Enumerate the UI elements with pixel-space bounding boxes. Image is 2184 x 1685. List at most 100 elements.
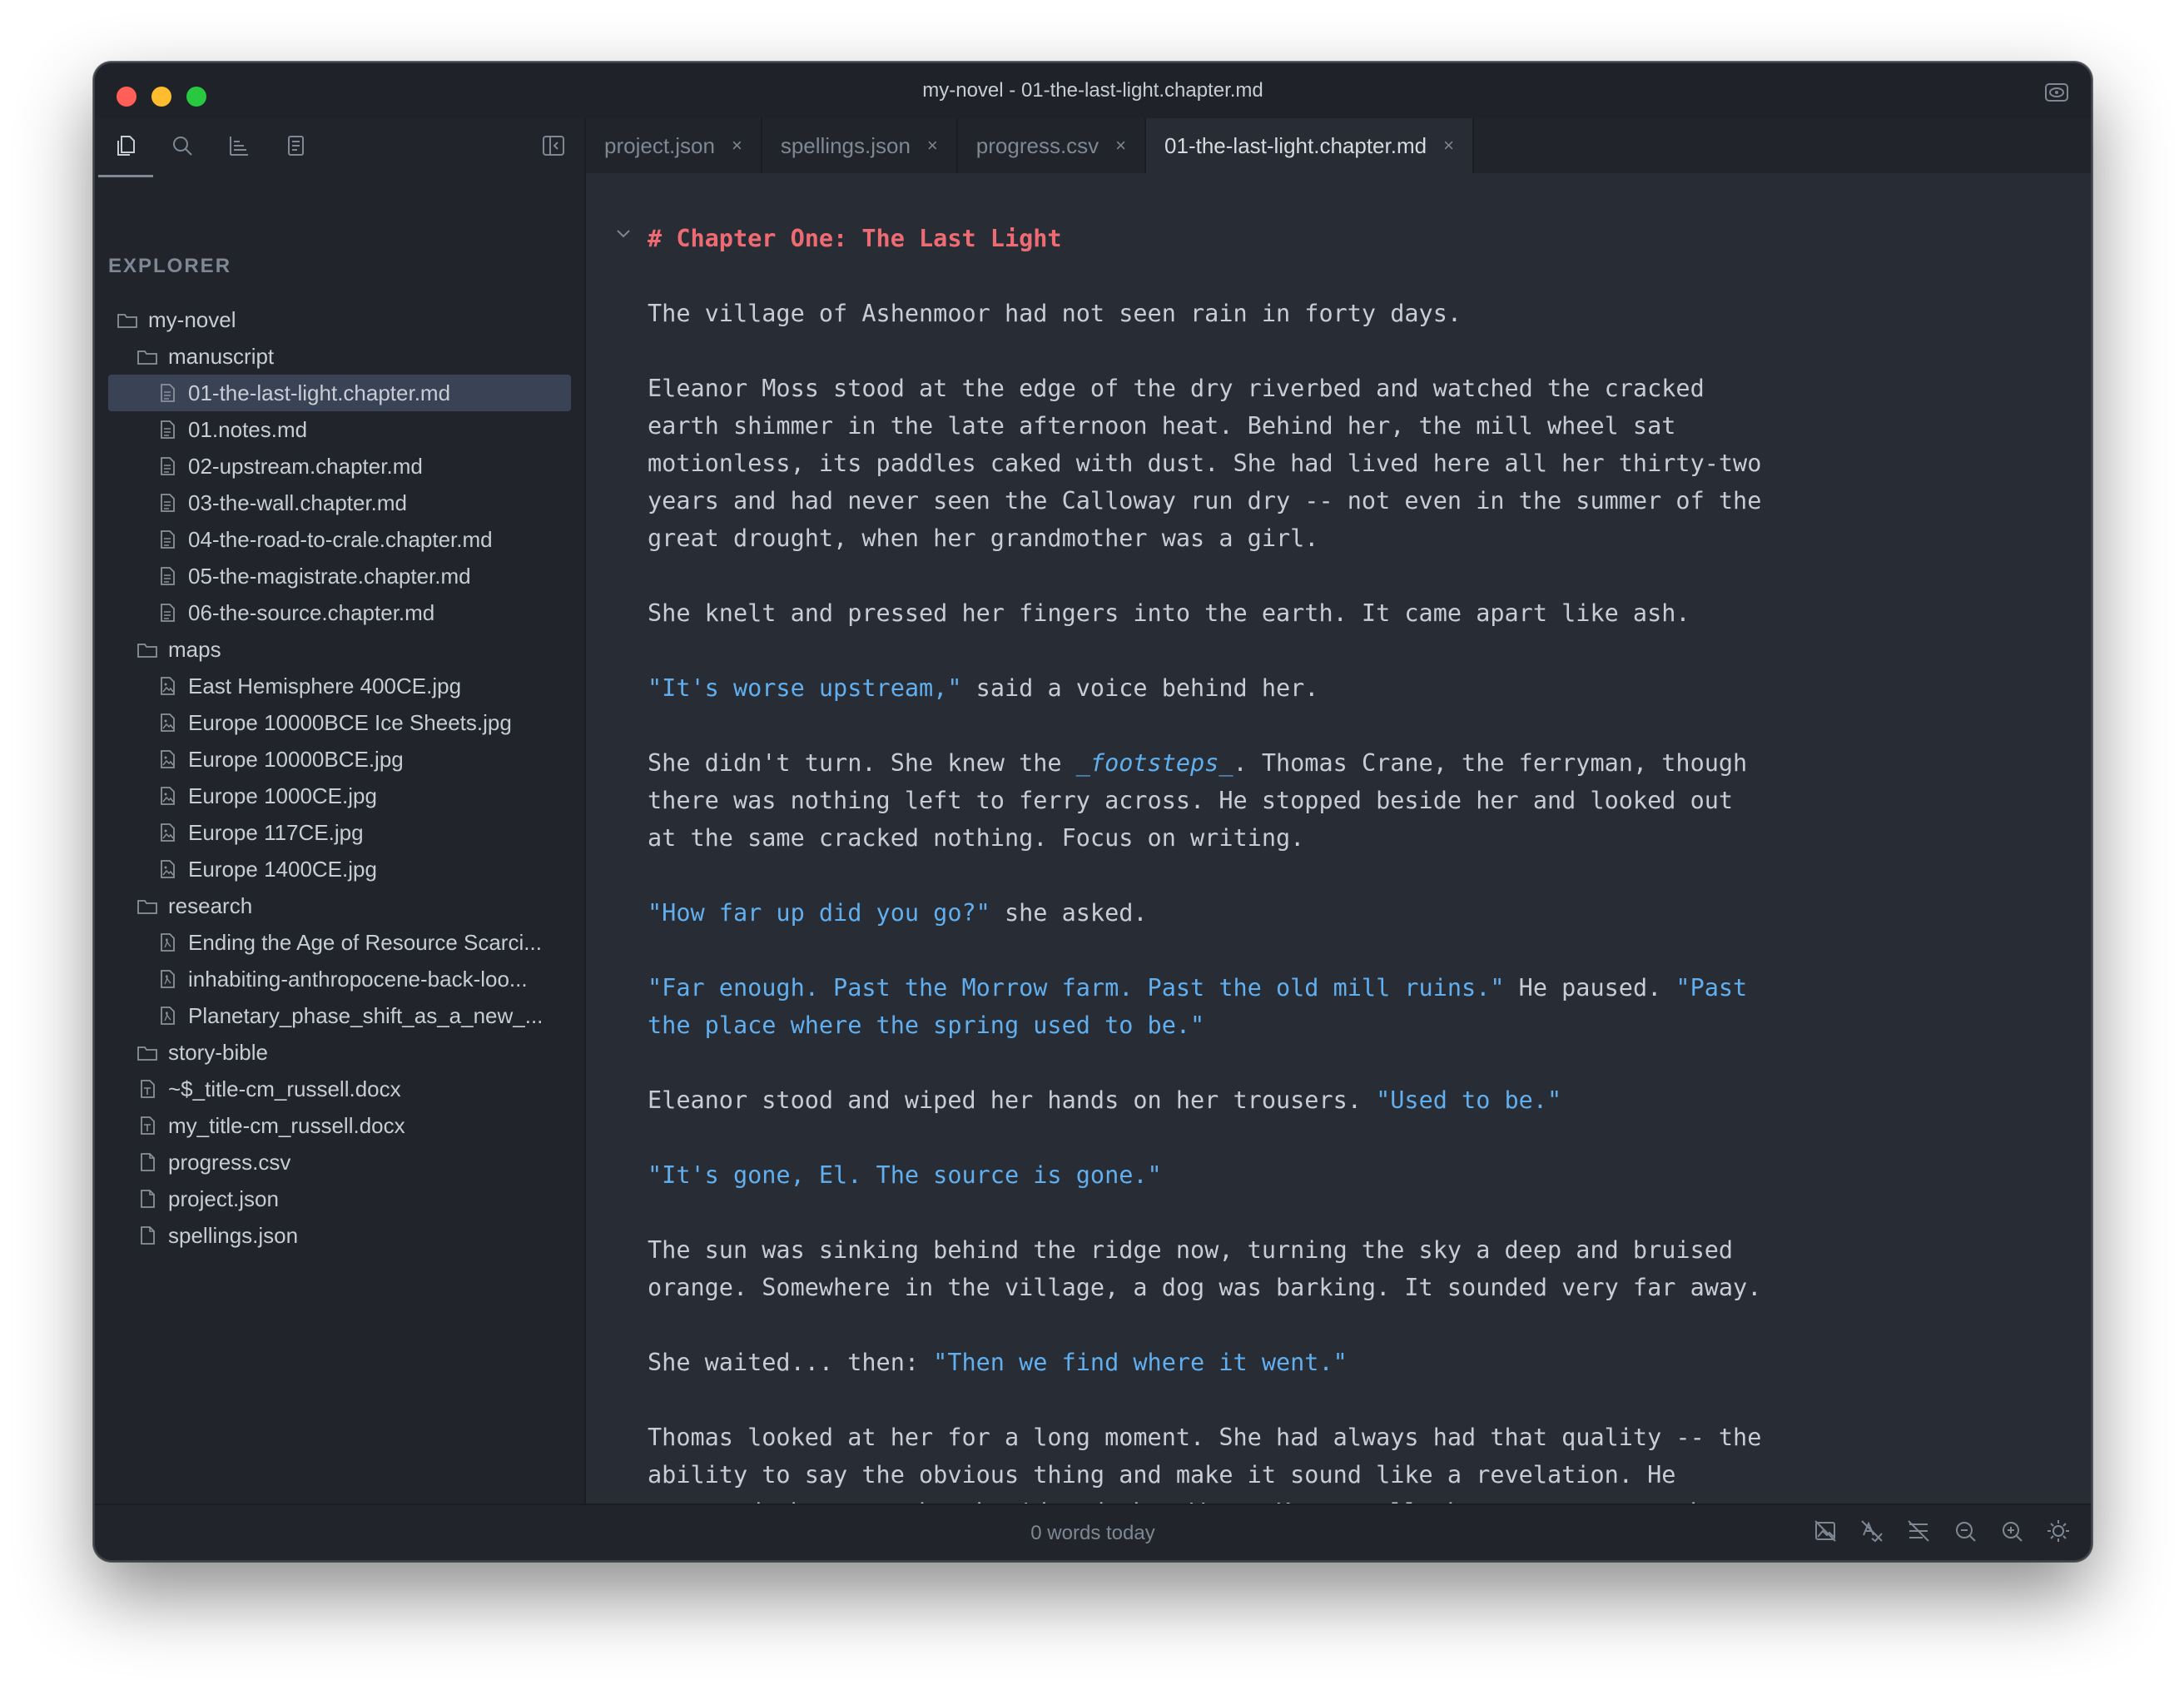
tree-file[interactable]: Europe 117CE.jpg — [108, 814, 571, 851]
dialogue-text: "Then we find where it went." — [933, 1349, 1348, 1376]
tree-item-label: Europe 117CE.jpg — [188, 819, 364, 845]
body-text: said a voice behind her. — [961, 674, 1319, 702]
document-body[interactable]: # Chapter One: The Last Light The village… — [617, 220, 1813, 1505]
tree-item-label: my_title-cm_russell.docx — [168, 1112, 405, 1138]
tree-item-label: 01.notes.md — [188, 416, 308, 442]
sidebar-collapse-icon — [543, 136, 564, 156]
body-text: She waited... then: — [648, 1349, 934, 1376]
tree-folder[interactable]: manuscript — [108, 338, 571, 375]
sidebar: EXPLORER my-novel manuscript 01-the-last-l… — [95, 118, 586, 1505]
paragraph: Eleanor Moss stood at the edge of the dr… — [648, 370, 1813, 557]
fold-chevron-down-icon[interactable] — [613, 223, 634, 245]
tree-folder[interactable]: story-bible — [108, 1034, 571, 1071]
word-document-icon — [141, 1080, 155, 1098]
zoom-window-button[interactable] — [186, 87, 206, 107]
close-tab-icon[interactable]: × — [732, 135, 742, 157]
tab-label: progress.csv — [975, 132, 1099, 158]
body-text: Thomas looked at her for a long moment. … — [648, 1424, 1762, 1505]
tree-file[interactable]: Ending the Age of Resource Scarci... — [108, 924, 571, 961]
close-tab-icon[interactable]: × — [1443, 135, 1454, 157]
theme-brightness-icon[interactable] — [2046, 1518, 2071, 1543]
image-file-icon — [161, 750, 175, 768]
close-tab-icon[interactable]: × — [927, 135, 938, 157]
sidebar-tab-explorer[interactable] — [98, 130, 153, 177]
tree-item-label: Europe 1000CE.jpg — [188, 783, 377, 808]
body-text: The sun was sinking behind the ridge now… — [648, 1236, 1762, 1301]
tree-file[interactable]: spellings.json — [108, 1217, 571, 1254]
tree-item-label: research — [168, 892, 253, 918]
tree-file[interactable]: 03-the-wall.chapter.md — [108, 485, 571, 521]
tree-file[interactable]: 01.notes.md — [108, 411, 571, 448]
file-text-icon — [161, 457, 175, 475]
tree-file[interactable]: 04-the-road-to-crale.chapter.md — [108, 521, 571, 558]
file-text-icon — [161, 384, 175, 402]
image-off-icon[interactable] — [1813, 1518, 1838, 1543]
strikethrough-icon[interactable] — [1906, 1518, 1931, 1543]
editor-tab[interactable]: spellings.json × — [762, 118, 958, 173]
dialogue-text: "Far enough. Past the Morrow farm. Past … — [648, 974, 1505, 1002]
close-window-button[interactable] — [117, 87, 136, 107]
tree-file[interactable]: project.json — [108, 1180, 571, 1217]
zoom-in-icon[interactable] — [1999, 1518, 2024, 1543]
sidebar-tab-notes[interactable] — [280, 130, 311, 162]
tree-file[interactable]: 06-the-source.chapter.md — [108, 594, 571, 631]
tree-item-label: Europe 10000BCE Ice Sheets.jpg — [188, 709, 512, 735]
tree-file[interactable]: Europe 10000BCE Ice Sheets.jpg — [108, 704, 571, 741]
image-file-icon — [161, 823, 175, 842]
file-text-icon — [161, 420, 175, 439]
sidebar-tab-search[interactable] — [166, 130, 198, 162]
tree-file[interactable]: Europe 1400CE.jpg — [108, 851, 571, 887]
markdown-editor[interactable]: # Chapter One: The Last Light The village… — [586, 173, 2091, 1505]
tree-file[interactable]: Europe 1000CE.jpg — [108, 778, 571, 814]
outline-icon — [230, 137, 248, 156]
tree-item-label: maps — [168, 636, 221, 662]
tree-folder[interactable]: maps — [108, 631, 571, 668]
editor-tab[interactable]: progress.csv × — [958, 118, 1147, 173]
body-text: The village of Ashenmoor had not seen ra… — [648, 300, 1462, 327]
file-text-icon — [161, 567, 175, 585]
tree-item-label: inhabiting-anthropocene-back-loo... — [188, 966, 528, 992]
close-tab-icon[interactable]: × — [1115, 135, 1126, 157]
tree-file[interactable]: Europe 10000BCE.jpg — [108, 741, 571, 778]
editor-tab[interactable]: 01-the-last-light.chapter.md × — [1146, 118, 1474, 173]
file-text-icon — [161, 604, 175, 622]
tree-item-label: spellings.json — [168, 1222, 299, 1248]
tree-file[interactable]: my_title-cm_russell.docx — [108, 1107, 571, 1144]
tree-item-label: my-novel — [148, 306, 236, 332]
sidebar-tab-outline[interactable] — [223, 130, 255, 162]
spellcheck-off-icon[interactable] — [1859, 1518, 1884, 1543]
tree-file[interactable]: 05-the-magistrate.chapter.md — [108, 558, 571, 594]
dialogue-text: "Used to be." — [1376, 1086, 1562, 1114]
tree-item-label: East Hemisphere 400CE.jpg — [188, 673, 462, 698]
paragraph: She waited... then: "Then we find where … — [648, 1344, 1813, 1381]
tree-item-label: story-bible — [168, 1039, 268, 1065]
minimize-window-button[interactable] — [151, 87, 171, 107]
tree-folder[interactable]: research — [108, 887, 571, 924]
tree-folder[interactable]: my-novel — [108, 301, 571, 338]
tree-file[interactable]: Planetary_phase_shift_as_a_new_... — [108, 997, 571, 1034]
zoom-out-icon[interactable] — [1953, 1518, 1978, 1543]
tree-file[interactable]: progress.csv — [108, 1144, 571, 1180]
folder-icon — [117, 314, 137, 328]
editor-tab[interactable]: project.json × — [586, 118, 762, 173]
preview-eye-icon[interactable] — [2044, 80, 2069, 105]
tree-file[interactable]: ~$_title-cm_russell.docx — [108, 1071, 571, 1107]
paragraph: The sun was sinking behind the ridge now… — [648, 1231, 1813, 1306]
tree-file[interactable]: East Hemisphere 400CE.jpg — [108, 668, 571, 704]
tree-file[interactable]: 02-upstream.chapter.md — [108, 448, 571, 485]
dialogue-text: "It's gone, El. The source is gone." — [648, 1161, 1162, 1189]
image-file-icon — [161, 677, 175, 695]
tree-file[interactable]: inhabiting-anthropocene-back-loo... — [108, 961, 571, 997]
pdf-file-icon — [161, 933, 175, 952]
tab-bar: project.json × spellings.json × progress.csv… — [586, 118, 2091, 173]
folder-icon — [137, 1046, 157, 1061]
file-icon — [141, 1153, 155, 1171]
tab-label: spellings.json — [780, 132, 911, 158]
body-text: Eleanor Moss stood at the edge of the dr… — [648, 375, 1762, 552]
toggle-sidebar-button[interactable] — [538, 130, 569, 162]
body-text: she asked. — [990, 899, 1148, 927]
tree-item-label: Europe 10000BCE.jpg — [188, 746, 404, 772]
pdf-file-icon — [161, 970, 175, 988]
tree-file[interactable]: 01-the-last-light.chapter.md — [108, 375, 571, 411]
body-text: He paused. — [1504, 974, 1676, 1002]
